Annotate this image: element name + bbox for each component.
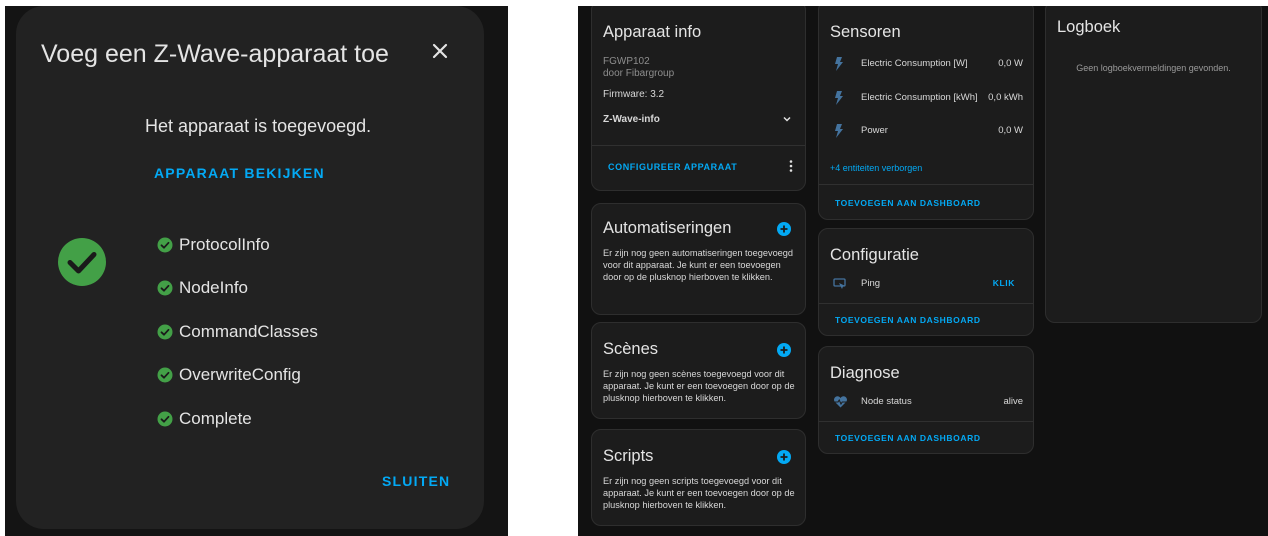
view-device-button[interactable]: APPARAAT BEKIJKEN — [154, 165, 325, 181]
step-item: NodeInfo — [157, 267, 318, 311]
device-model: FGWP102 — [603, 56, 650, 67]
scripts-card: Scripts Er zijn nog geen scripts toegevo… — [591, 429, 806, 526]
step-item: OverwriteConfig — [157, 354, 318, 398]
device-info-title: Apparaat info — [603, 23, 702, 41]
diagnostics-card: Diagnose Node status alive TOEVOEGEN AAN… — [818, 346, 1034, 454]
sensors-card: Sensoren Electric Consumption [W] 0,0 W … — [818, 6, 1034, 220]
node-status-value: alive — [1003, 396, 1023, 407]
device-manufacturer: door Fibargroup — [603, 68, 675, 79]
scripts-title: Scripts — [603, 447, 654, 465]
hidden-entities-link[interactable]: +4 entiteiten verborgen — [830, 163, 922, 173]
entity-name: Electric Consumption [W] — [861, 58, 968, 69]
add-to-dashboard-button[interactable]: TOEVOEGEN AAN DASHBOARD — [835, 198, 981, 208]
ping-label: Ping — [861, 278, 881, 289]
step-label: OverwriteConfig — [179, 365, 301, 385]
add-script-plus-icon[interactable] — [777, 450, 791, 464]
entity-row[interactable]: Power 0,0 W — [819, 121, 1033, 141]
device-firmware: Firmware: 3.2 — [603, 89, 665, 100]
divider — [592, 145, 805, 146]
configuration-card: Configuratie Ping KLIK TOEVOEGEN AAN DAS… — [818, 228, 1034, 336]
add-zwave-dialog: Voeg een Z-Wave-apparaat toe Het apparaa… — [16, 6, 484, 529]
flash-icon — [835, 91, 843, 105]
scripts-empty-text: Er zijn nog geen scripts toegevoegd voor… — [603, 476, 795, 510]
divider — [819, 421, 1033, 422]
ping-row: Ping KLIK — [819, 274, 1033, 294]
close-icon[interactable] — [427, 38, 453, 64]
logbook-card: Logboek Geen logboekvermeldingen gevonde… — [1045, 6, 1262, 323]
step-check-icon — [157, 280, 173, 296]
automations-card: Automatiseringen Er zijn nog geen automa… — [591, 203, 806, 315]
success-check-icon — [57, 237, 107, 287]
entity-name: Power — [861, 125, 888, 136]
entity-value: 0,0 W — [998, 125, 1023, 136]
dialog-backdrop: Voeg een Z-Wave-apparaat toe Het apparaa… — [5, 6, 508, 536]
step-check-icon — [157, 411, 173, 427]
entity-name: Electric Consumption [kWh] — [861, 92, 978, 103]
divider — [819, 303, 1033, 304]
configuration-title: Configuratie — [830, 246, 919, 264]
divider — [819, 184, 1033, 185]
ping-button-icon — [833, 278, 846, 289]
sensors-title: Sensoren — [830, 23, 901, 41]
zwave-info-expander[interactable]: Z-Wave-info — [603, 114, 660, 125]
step-check-icon — [157, 324, 173, 340]
step-item: Complete — [157, 397, 318, 441]
step-item: ProtocolInfo — [157, 223, 318, 267]
logbook-title: Logboek — [1057, 18, 1121, 36]
flash-icon — [835, 57, 843, 71]
step-check-icon — [157, 237, 173, 253]
step-item: CommandClasses — [157, 310, 318, 354]
node-status-label: Node status — [861, 396, 912, 407]
step-label: CommandClasses — [179, 321, 318, 341]
node-status-row[interactable]: Node status alive — [819, 392, 1033, 412]
chevron-down-icon[interactable] — [781, 112, 793, 124]
add-scene-plus-icon[interactable] — [777, 343, 791, 357]
scenes-title: Scènes — [603, 340, 659, 358]
automations-title: Automatiseringen — [603, 219, 732, 237]
logbook-empty-text: Geen logboekvermeldingen gevonden. — [1076, 63, 1231, 73]
scenes-card: Scènes Er zijn nog geen scènes toegevoeg… — [591, 322, 806, 419]
success-message: Het apparaat is toegevoegd. — [145, 116, 372, 136]
automations-empty-text: Er zijn nog geen automatiseringen toegev… — [603, 248, 794, 282]
more-options-icon[interactable] — [787, 158, 795, 174]
add-to-dashboard-button[interactable]: TOEVOEGEN AAN DASHBOARD — [835, 315, 981, 325]
step-label: Complete — [179, 408, 252, 428]
entity-row[interactable]: Electric Consumption [kWh] 0,0 kWh — [819, 88, 1033, 108]
ping-press-button[interactable]: KLIK — [993, 278, 1015, 288]
diagnostics-title: Diagnose — [830, 364, 900, 382]
device-info-card: Apparaat info FGWP102 door Fibargroup Fi… — [591, 6, 806, 191]
entity-value: 0,0 W — [998, 58, 1023, 69]
step-label: ProtocolInfo — [179, 234, 270, 254]
entity-value: 0,0 kWh — [988, 92, 1023, 103]
add-automation-plus-icon[interactable] — [777, 222, 791, 236]
add-to-dashboard-button[interactable]: TOEVOEGEN AAN DASHBOARD — [835, 433, 981, 443]
device-page: Apparaat info FGWP102 door Fibargroup Fi… — [578, 6, 1268, 536]
close-dialog-button[interactable]: SLUITEN — [382, 473, 450, 489]
step-check-icon — [157, 367, 173, 383]
dialog-title: Voeg een Z-Wave-apparaat toe — [41, 40, 389, 68]
scenes-empty-text: Er zijn nog geen scènes toegevoegd voor … — [603, 369, 795, 403]
entity-row[interactable]: Electric Consumption [W] 0,0 W — [819, 54, 1033, 74]
flash-icon — [835, 124, 843, 138]
interview-steps-list: ProtocolInfo NodeInfo CommandClasses Ove… — [157, 223, 318, 441]
step-label: NodeInfo — [179, 278, 248, 298]
configure-device-button[interactable]: CONFIGUREER APPARAAT — [608, 162, 737, 172]
heart-pulse-icon — [834, 396, 847, 408]
